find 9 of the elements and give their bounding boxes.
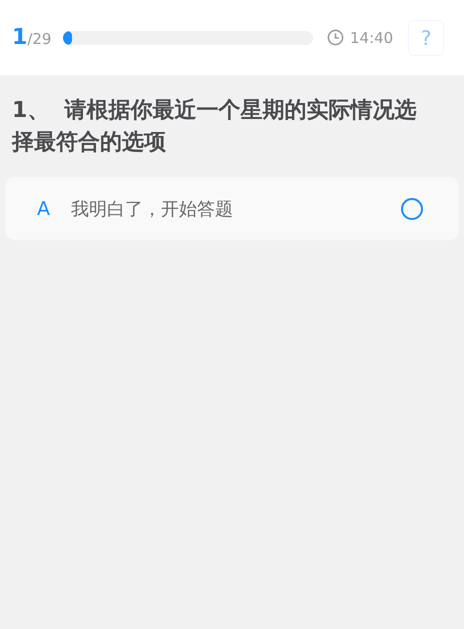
question-title: 1、 请根据你最近一个星期的实际情况选择最符合的选项	[10, 97, 418, 157]
question-total: /29	[27, 30, 52, 48]
clock-icon	[327, 29, 344, 46]
option-letter: A	[37, 198, 51, 220]
option-text: 我明白了，开始答题	[71, 198, 234, 220]
answer-option[interactable]: A 我明白了，开始答题	[5, 177, 459, 240]
question-counter: 1	[12, 25, 28, 50]
radio-button[interactable]	[401, 198, 423, 220]
timer-text: 14:40	[350, 28, 394, 46]
